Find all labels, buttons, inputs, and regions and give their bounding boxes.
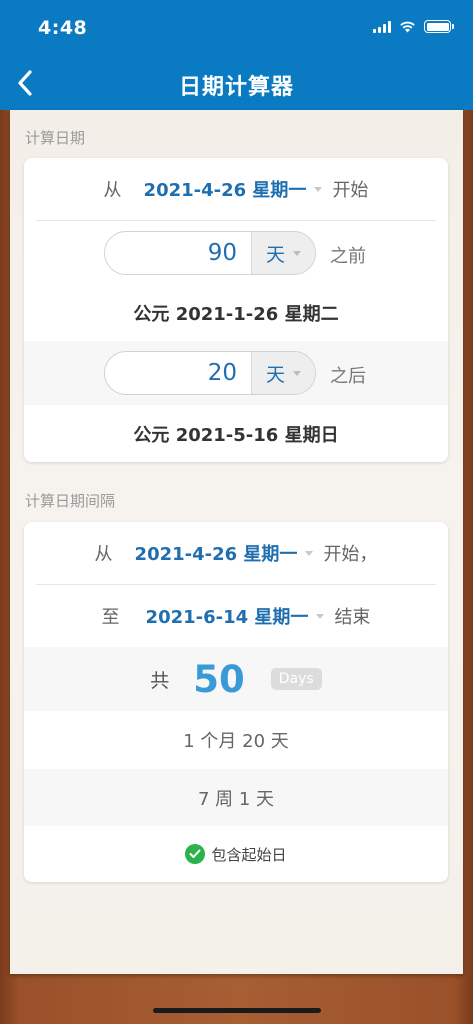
caret-down-icon[interactable]: [305, 550, 314, 556]
caret-down-icon[interactable]: [316, 613, 325, 619]
page-title: 日期计算器: [178, 75, 294, 100]
interval-start-row: 从 2021-4-26 星期一 开始，: [24, 522, 448, 584]
interval-start-suffix: 开始，: [323, 544, 378, 565]
status-bar: 4:48: [0, 0, 473, 56]
content-area: 计算日期 从 2021-4-26 星期一 开始 90 天 之前 公元 2021-…: [10, 110, 463, 974]
interval-end-suffix: 结束: [334, 607, 371, 628]
app-header: 4:48 日期计算器: [0, 0, 473, 110]
after-unit-label: 天: [265, 363, 285, 386]
caret-down-icon: [293, 250, 301, 256]
start-suffix: 开始: [332, 180, 369, 201]
include-start-checkbox[interactable]: 包含起始日: [185, 844, 287, 865]
interval-end-date-picker[interactable]: 2021-6-14 星期一: [146, 603, 309, 629]
after-unit-select[interactable]: 天: [251, 352, 315, 394]
signal-icon: [373, 20, 391, 33]
from-label: 从: [94, 544, 113, 565]
total-value: 50: [193, 657, 245, 701]
section-label-date-interval: 计算日期间隔: [25, 492, 116, 510]
to-label: 至: [101, 607, 120, 628]
status-time: 4:48: [38, 17, 88, 39]
before-suffix: 之前: [330, 246, 366, 267]
from-label: 从: [103, 180, 122, 201]
nav-bar: 日期计算器: [0, 58, 473, 108]
total-row: 共 50 Days: [24, 647, 448, 711]
start-date-row: 从 2021-4-26 星期一 开始: [24, 158, 448, 220]
caret-down-icon: [293, 370, 301, 376]
after-stepper: 20 天: [104, 351, 316, 395]
before-unit-select[interactable]: 天: [251, 232, 315, 274]
section-label-calculate-date: 计算日期: [25, 129, 86, 147]
wifi-icon: [400, 21, 415, 33]
total-label: 共: [150, 669, 170, 692]
weeks-days-result: 7 周 1 天: [197, 788, 275, 810]
date-interval-card: 从 2021-4-26 星期一 开始， 至 2021-6-14 星期一 结束 共…: [24, 522, 448, 882]
before-offset-row: 90 天 之前: [24, 221, 448, 285]
after-days-input[interactable]: 20: [105, 352, 251, 394]
interval-start-date-picker[interactable]: 2021-4-26 星期一: [135, 540, 298, 566]
after-suffix: 之后: [330, 366, 366, 387]
total-unit-badge[interactable]: Days: [270, 668, 322, 690]
after-offset-row: 20 天 之后: [24, 341, 448, 405]
home-indicator: [153, 1008, 321, 1013]
status-icons: [373, 20, 454, 33]
before-stepper: 90 天: [104, 231, 316, 275]
after-result: 公元 2021-5-16 星期日: [133, 424, 339, 446]
start-date-picker[interactable]: 2021-4-26 星期一: [144, 176, 307, 202]
before-days-input[interactable]: 90: [105, 232, 251, 274]
caret-down-icon[interactable]: [314, 186, 323, 192]
include-start-label: 包含起始日: [211, 845, 287, 864]
battery-icon: [424, 20, 454, 33]
before-result: 公元 2021-1-26 星期二: [133, 304, 339, 325]
date-calculation-card: 从 2021-4-26 星期一 开始 90 天 之前 公元 2021-1-26 …: [24, 158, 448, 462]
include-start-row: 包含起始日: [24, 826, 448, 882]
interval-end-row: 至 2021-6-14 星期一 结束: [24, 585, 448, 647]
after-result-row: 公元 2021-5-16 星期日: [24, 405, 448, 462]
months-days-row: 1 个月 20 天: [24, 711, 448, 769]
weeks-days-row: 7 周 1 天: [24, 769, 448, 826]
months-days-result: 1 个月 20 天: [183, 731, 289, 752]
before-unit-label: 天: [265, 243, 285, 266]
before-result-row: 公元 2021-1-26 星期二: [24, 285, 448, 341]
checkmark-icon[interactable]: [185, 844, 206, 864]
